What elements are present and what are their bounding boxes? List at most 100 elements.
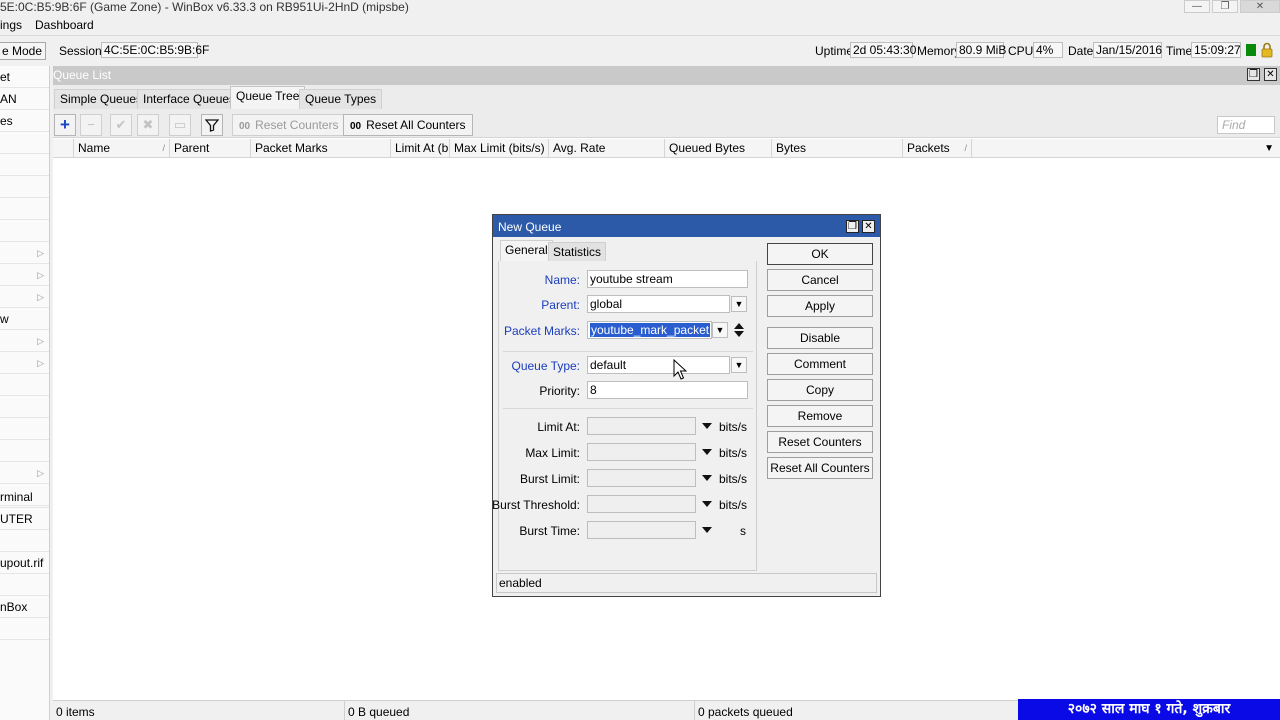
column-header-avg-rate[interactable]: Avg. Rate xyxy=(549,139,665,158)
burst-limit-dropdown-icon[interactable] xyxy=(702,475,712,481)
tab-queue-tree[interactable]: Queue Tree xyxy=(230,86,306,109)
sidebar-item[interactable]: ▷ xyxy=(0,264,49,286)
safe-mode-button[interactable]: e Mode xyxy=(0,42,47,60)
column-header-queued-bytes[interactable]: Queued Bytes xyxy=(665,139,772,158)
close-window-icon[interactable]: ✕ xyxy=(1264,68,1277,81)
sidebar-item[interactable] xyxy=(0,374,49,396)
sidebar-item[interactable]: et xyxy=(0,66,49,88)
burst-limit-field[interactable] xyxy=(587,469,696,487)
sidebar-item[interactable] xyxy=(0,198,49,220)
cancel-button[interactable]: Cancel xyxy=(767,269,873,291)
counter-icon: 00 xyxy=(350,121,362,132)
remove-button[interactable]: Remove xyxy=(767,405,873,427)
memory-value: 80.9 MiB xyxy=(956,42,1006,58)
copy-button[interactable]: Copy xyxy=(767,379,873,401)
queue-type-select[interactable]: default xyxy=(587,356,730,374)
reset-counters-label: Reset Counters xyxy=(255,118,339,132)
find-input[interactable]: Find xyxy=(1217,116,1275,134)
menu-dashboard[interactable]: Dashboard xyxy=(35,18,94,32)
tab-simple-queues[interactable]: Simple Queues xyxy=(54,89,149,109)
limit-at-label: Limit At: xyxy=(537,420,580,434)
tab-interface-queues[interactable]: Interface Queues xyxy=(137,89,242,109)
parent-select[interactable]: global xyxy=(587,295,730,313)
max-limit-dropdown-icon[interactable] xyxy=(702,449,712,455)
name-field[interactable]: youtube stream xyxy=(587,270,748,288)
sidebar-item[interactable] xyxy=(0,176,49,198)
tab-statistics[interactable]: Statistics xyxy=(548,242,607,262)
packet-marks-dropdown-icon[interactable]: ▼ xyxy=(712,322,728,338)
disable-button[interactable]: Disable xyxy=(767,327,873,349)
disable-icon[interactable]: ✖ xyxy=(137,114,159,136)
comment-icon[interactable]: ▭ xyxy=(169,114,191,136)
sidebar-item[interactable] xyxy=(0,396,49,418)
packet-marks-field[interactable]: youtube_mark_packet xyxy=(587,321,712,339)
sidebar-item[interactable]: AN xyxy=(0,88,49,110)
close-button[interactable]: ✕ xyxy=(1240,0,1280,13)
column-header-status[interactable] xyxy=(53,139,74,158)
minimize-button[interactable]: — xyxy=(1184,0,1210,13)
column-header-name[interactable]: Name / xyxy=(74,139,170,158)
sidebar-item[interactable] xyxy=(0,220,49,242)
queue-type-dropdown-icon[interactable]: ▼ xyxy=(731,357,747,373)
sidebar-item-winbox[interactable]: nBox xyxy=(0,596,49,618)
column-header-packets[interactable]: Packets / xyxy=(903,139,972,158)
close-window-icon[interactable]: ✕ xyxy=(862,220,875,233)
column-header-packet-marks[interactable]: Packet Marks xyxy=(251,139,391,158)
burst-threshold-dropdown-icon[interactable] xyxy=(702,501,712,507)
sidebar-item[interactable] xyxy=(0,154,49,176)
window-controls: — ❐ ✕ xyxy=(1182,0,1280,14)
burst-threshold-field[interactable] xyxy=(587,495,696,513)
items-count: 0 items xyxy=(56,705,95,719)
enable-icon[interactable]: ✔ xyxy=(110,114,132,136)
limit-at-dropdown-icon[interactable] xyxy=(702,423,712,429)
limit-at-field[interactable] xyxy=(587,417,696,435)
reset-counters-button[interactable]: 00 Reset Counters xyxy=(232,114,346,136)
sidebar-item[interactable]: ▷ xyxy=(0,242,49,264)
restore-window-icon[interactable]: ❐ xyxy=(846,220,859,233)
sidebar-item[interactable]: ▷ xyxy=(0,330,49,352)
sidebar-item[interactable] xyxy=(0,132,49,154)
restore-window-icon[interactable]: ❐ xyxy=(1247,68,1260,81)
sidebar-item[interactable]: w xyxy=(0,308,49,330)
burst-time-dropdown-icon[interactable] xyxy=(702,527,712,533)
column-header-limit-at[interactable]: Limit At (b... xyxy=(391,139,450,158)
column-menu-icon[interactable]: ▼ xyxy=(1264,139,1274,158)
filter-icon[interactable] xyxy=(201,114,223,136)
sidebar-item[interactable]: ▷ xyxy=(0,286,49,308)
sidebar-item[interactable] xyxy=(0,618,49,640)
reset-all-counters-button[interactable]: Reset All Counters xyxy=(767,457,873,479)
sidebar-item[interactable]: es xyxy=(0,110,49,132)
sidebar-item[interactable] xyxy=(0,530,49,552)
session-value: 4C:5E:0C:B5:9B:6F xyxy=(101,42,209,58)
sidebar-item[interactable]: ▷ xyxy=(0,462,49,484)
tab-queue-types[interactable]: Queue Types xyxy=(299,89,383,109)
sidebar-item[interactable] xyxy=(0,574,49,596)
apply-button[interactable]: Apply xyxy=(767,295,873,317)
queue-type-label: Queue Type: xyxy=(511,359,581,373)
sidebar-item-router[interactable]: UTER xyxy=(0,508,49,530)
burst-time-field[interactable] xyxy=(587,521,696,539)
parent-dropdown-icon[interactable]: ▼ xyxy=(731,296,747,312)
sidebar-item[interactable] xyxy=(0,440,49,462)
menu-settings[interactable]: ings xyxy=(0,18,22,32)
queue-toolbar: + − ✔ ✖ ▭ 00 Reset Counters 00 Reset All C… xyxy=(53,110,1280,138)
tab-general[interactable]: General xyxy=(500,240,553,262)
maximize-button[interactable]: ❐ xyxy=(1212,0,1238,13)
sidebar-item[interactable]: ▷ xyxy=(0,352,49,374)
ok-button[interactable]: OK xyxy=(767,243,873,265)
comment-button[interactable]: Comment xyxy=(767,353,873,375)
reset-counters-button[interactable]: Reset Counters xyxy=(767,431,873,453)
sidebar-item-terminal[interactable]: rminal xyxy=(0,486,49,508)
priority-field[interactable]: 8 xyxy=(587,381,748,399)
sidebar-item-file[interactable]: upout.rif xyxy=(0,552,49,574)
reset-all-counters-button[interactable]: 00 Reset All Counters xyxy=(343,114,473,136)
sidebar-item[interactable] xyxy=(0,418,49,440)
column-header-max-limit[interactable]: Max Limit (bits/s) xyxy=(450,139,549,158)
column-header-parent[interactable]: Parent xyxy=(170,139,251,158)
add-icon[interactable]: + xyxy=(54,114,76,136)
max-limit-field[interactable] xyxy=(587,443,696,461)
column-header-bytes[interactable]: Bytes xyxy=(772,139,903,158)
add-remove-mark-icon[interactable] xyxy=(734,321,744,339)
remove-icon[interactable]: − xyxy=(80,114,102,136)
uptime-value: 2d 05:43:30 xyxy=(850,42,916,58)
